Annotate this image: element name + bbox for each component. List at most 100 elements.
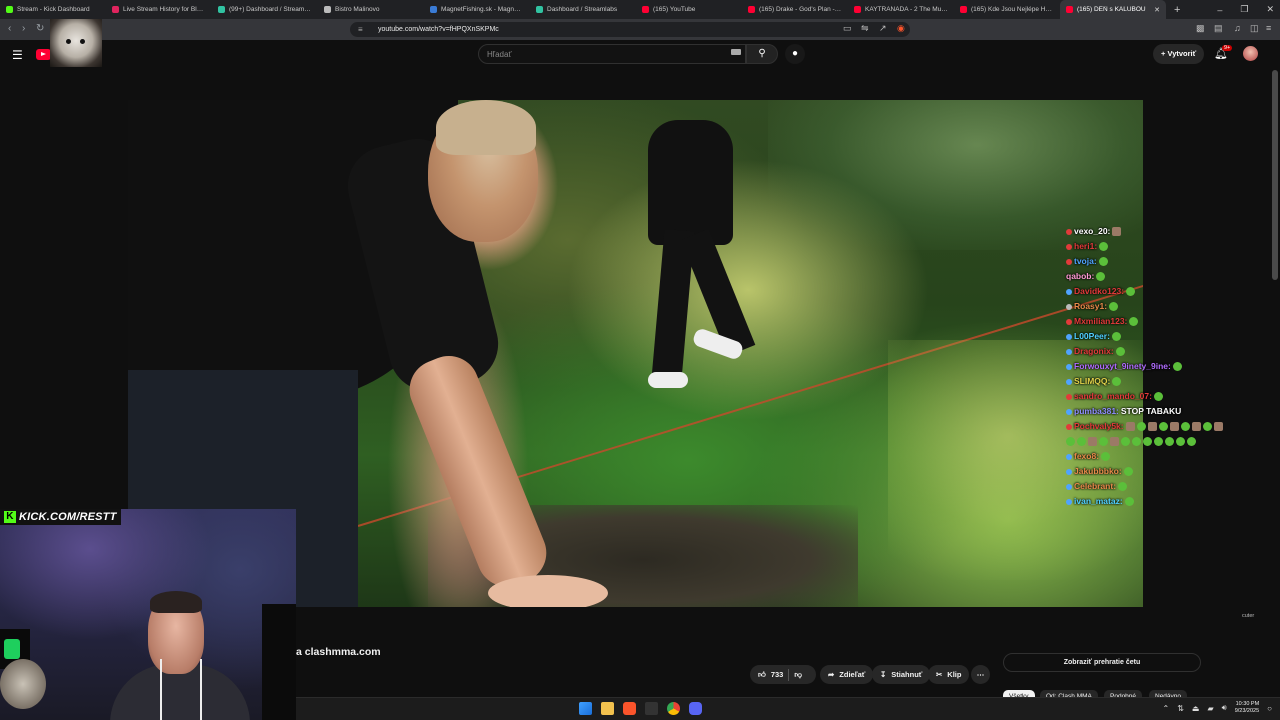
chrome-icon[interactable] — [667, 702, 680, 715]
voice-search-button[interactable]: ● — [785, 44, 805, 64]
chat-emote-icon — [1147, 422, 1157, 431]
user-badge-icon — [1066, 228, 1072, 235]
wallet-icon[interactable]: ▤ — [1214, 23, 1223, 34]
create-button[interactable]: + Vytvoriť — [1153, 44, 1205, 64]
browser-tab[interactable]: (165) Kde Jsou Nejlépe Hodno — [954, 0, 1060, 19]
bell-icon[interactable]: ○ — [1267, 704, 1272, 713]
chat-emote-icon — [1153, 392, 1163, 401]
show-chat-replay-button[interactable]: Zobraziť prehratie četu — [1003, 653, 1201, 672]
chat-username: sandro_mando_07: — [1074, 391, 1152, 401]
browser-tab[interactable]: (165) Drake - God's Plan - You — [742, 0, 848, 19]
address-bar[interactable]: ≡ youtube.com/watch?v=fHPQXnSKPMc — [350, 22, 910, 37]
hamburger-menu-icon[interactable]: ☰ — [12, 48, 23, 62]
chat-username: pumba381: — [1074, 406, 1119, 416]
chat-emote-icon — [1180, 422, 1190, 431]
network-icon[interactable]: ⇅ — [1177, 704, 1184, 713]
tab-label: Live Stream History for Blerp S — [123, 6, 206, 13]
notification-count-badge: 9+ — [1222, 45, 1233, 51]
brave-shield-icon[interactable]: ◉ — [897, 23, 905, 34]
new-tab-button[interactable]: + — [1166, 4, 1188, 16]
user-badge-icon — [1066, 348, 1072, 355]
chat-username: vexo_20: — [1074, 226, 1111, 236]
video-title[interactable]: a clashmma.com — [296, 646, 381, 658]
chat-emote-icon — [1099, 242, 1109, 251]
browser-tab[interactable]: Bistro Malinovo — [318, 0, 424, 19]
taskbar-clock[interactable]: 10:30 PM 9/23/2025 — [1235, 701, 1259, 715]
browser-tab[interactable]: (165) DEŇ s KALUBOU ✕ — [1060, 0, 1166, 19]
like-dislike-button[interactable]: 👍︎ 733 👎︎ — [750, 665, 816, 684]
chat-message: Pochvaly5k: — [1066, 419, 1271, 434]
chat-username: Jakubbbko: — [1074, 466, 1122, 476]
media-icon[interactable]: ♫ — [1234, 23, 1241, 33]
browser-tab[interactable]: Dashboard / Streamlabs — [530, 0, 636, 19]
back-icon[interactable]: ‹ — [8, 23, 11, 34]
chat-message: fexo8: — [1066, 449, 1271, 464]
user-badge-icon — [1066, 498, 1072, 505]
extensions-icon[interactable]: ▩ — [1196, 23, 1205, 34]
discord-icon[interactable] — [689, 702, 702, 715]
tab-favicon-icon — [748, 6, 755, 13]
browser-tab[interactable]: (99+) Dashboard / Streamlabs — [212, 0, 318, 19]
chat-emote-icon — [1165, 437, 1174, 446]
cat-eye — [66, 39, 71, 44]
user-badge-icon — [1066, 258, 1072, 265]
search-icon: ⚲ — [758, 48, 766, 59]
keyboard-icon[interactable] — [731, 49, 741, 55]
browser-tab[interactable]: Stream - Kick Dashboard — [0, 0, 106, 19]
chat-emote-icon — [1126, 287, 1136, 296]
like-count: 733 — [770, 670, 784, 679]
wifi-icon[interactable]: ▰ — [1207, 704, 1213, 713]
site-info-icon[interactable]: ≡ — [358, 25, 363, 34]
user-badge-icon — [1066, 243, 1072, 250]
chat-emote-icon — [1118, 482, 1128, 491]
close-tab-icon[interactable]: ✕ — [1154, 6, 1160, 14]
forward-icon[interactable]: › — [22, 23, 25, 34]
tab-favicon-icon — [112, 6, 119, 13]
page-scrollbar[interactable] — [1272, 70, 1278, 280]
browser-tab[interactable]: Live Stream History for Blerp S — [106, 0, 212, 19]
share-icon[interactable]: ↗ — [879, 23, 887, 34]
cast-icon[interactable]: ▭ — [843, 23, 852, 34]
chat-emote-icon — [1110, 437, 1119, 446]
minimize-icon[interactable]: – — [1217, 5, 1222, 15]
download-button[interactable]: ↧ Stiahnuť — [872, 665, 931, 684]
search-input[interactable]: Hľadať — [478, 44, 746, 64]
usb-icon[interactable]: ⏏ — [1192, 704, 1200, 713]
tab-label: Dashboard / Streamlabs — [547, 6, 618, 13]
brave-browser-icon[interactable] — [623, 702, 636, 715]
thumbs-up-icon[interactable]: 👍︎ — [758, 665, 766, 684]
translate-icon[interactable]: ⇋ — [861, 23, 869, 34]
browser-tab[interactable]: MagnetFishing.sk - Magnety a — [424, 0, 530, 19]
thumbs-down-icon[interactable]: 👎︎ — [794, 665, 802, 684]
reload-icon[interactable]: ↻ — [36, 23, 44, 34]
chat-username: Forwouxyt_9inety_9ine: — [1074, 361, 1171, 371]
search-button[interactable]: ⚲ — [746, 44, 778, 64]
share-button[interactable]: ➦ Zdieľať — [820, 665, 874, 684]
file-explorer-icon[interactable] — [601, 702, 614, 715]
restore-icon[interactable]: ❐ — [1240, 4, 1248, 15]
browser-tab[interactable]: KAYTRANADA - 2 The Music U — [848, 0, 954, 19]
chevron-up-icon[interactable]: ⌃ — [1163, 704, 1170, 713]
chat-emote-icon — [1115, 347, 1125, 356]
user-badge-icon — [1066, 408, 1072, 415]
tab-favicon-icon — [960, 6, 967, 13]
sidebar-icon[interactable]: ◫ — [1250, 23, 1259, 34]
chat-emote-icon — [1202, 422, 1212, 431]
chat-message: Davidko123: — [1066, 284, 1271, 299]
more-actions-button[interactable]: ⋯ — [971, 665, 990, 684]
chat-username: Dragonix: — [1074, 346, 1114, 356]
chat-message: Jakubbbko: — [1066, 464, 1271, 479]
youtube-logo[interactable] — [36, 49, 51, 60]
app-icon[interactable] — [645, 702, 658, 715]
chat-emote-icon — [1101, 452, 1111, 461]
windows-start-icon[interactable] — [579, 702, 592, 715]
browser-tab[interactable]: (165) YouTube — [636, 0, 742, 19]
avatar[interactable] — [1243, 46, 1258, 61]
menu-icon[interactable]: ≡ — [1266, 23, 1271, 33]
chat-username: L00Peer: — [1074, 331, 1110, 341]
close-window-icon[interactable]: ✕ — [1266, 4, 1274, 15]
user-badge-icon — [1066, 363, 1072, 370]
volume-icon[interactable]: 🔊︎ — [1222, 703, 1227, 713]
chat-emote-icon — [1124, 497, 1134, 506]
clip-button[interactable]: ✂ Klip — [928, 665, 970, 684]
